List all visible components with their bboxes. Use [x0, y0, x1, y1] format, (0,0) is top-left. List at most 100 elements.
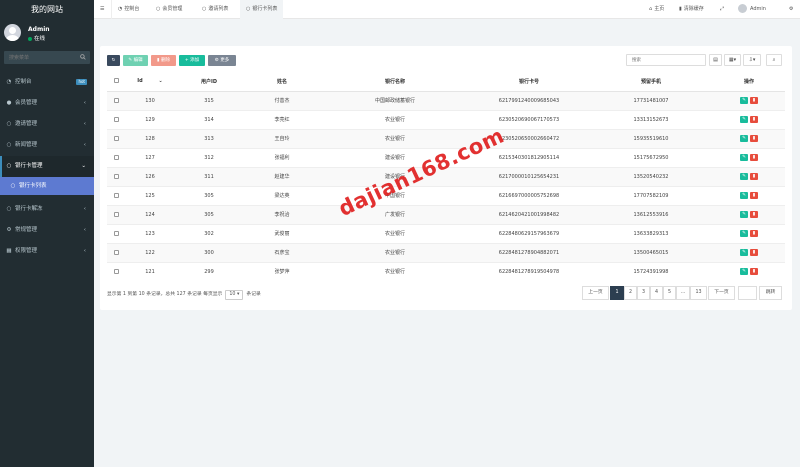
row-delete-button[interactable]: ▮	[750, 268, 758, 276]
table-row[interactable]: 122 300 石彦宝 农业银行 6228481278904882071 13500465…	[107, 242, 785, 262]
tab-members[interactable]: ○ 会员管理	[156, 0, 182, 19]
select-all-checkbox[interactable]	[107, 72, 125, 92]
row-delete-button[interactable]: ▮	[750, 211, 758, 218]
edit-button[interactable]: ✎ 编辑	[123, 55, 148, 66]
row-checkbox[interactable]	[107, 261, 125, 281]
row-delete-button[interactable]: ▮	[750, 192, 758, 199]
export-icon[interactable]: ⇩▾	[743, 54, 761, 66]
row-checkbox[interactable]	[107, 242, 125, 262]
prev-page-button[interactable]: 上一页	[582, 286, 609, 300]
sidebar-item-dashboard[interactable]: ◔ 控制台 hot	[0, 72, 94, 93]
table-row[interactable]: 125 305 梁达英 中国银行 6216697000005752698 17707582…	[107, 185, 785, 205]
jump-button[interactable]: 跳转	[759, 286, 782, 300]
search-icon[interactable]: ⌕	[766, 54, 782, 66]
settings-icon[interactable]: ⚙	[789, 0, 793, 19]
user-menu[interactable]: Admin	[738, 0, 766, 19]
row-edit-button[interactable]: ✎	[740, 154, 748, 161]
cell-id: 127	[125, 147, 175, 167]
clear-cache-link[interactable]: ▮ 清除缓存	[679, 0, 704, 19]
delete-button[interactable]: ▮ 删除	[151, 55, 176, 66]
home-link[interactable]: ⌂ 主页	[649, 0, 664, 19]
page-5-button[interactable]: 5	[663, 286, 676, 300]
row-checkbox[interactable]	[107, 147, 125, 167]
col-card-number[interactable]: 银行卡号	[469, 72, 589, 92]
trash-icon: ▮	[752, 174, 756, 179]
row-edit-button[interactable]: ✎	[740, 230, 748, 237]
trash-icon: ▮	[679, 6, 682, 12]
row-checkbox[interactable]	[107, 90, 125, 110]
more-button[interactable]: ⚙ 更多	[208, 55, 236, 66]
columns-icon[interactable]: ▦▾	[724, 54, 741, 66]
table-row[interactable]: 130 315 付善杰 中国邮政储蓄银行 6217991240009685043 1773…	[107, 90, 785, 110]
row-checkbox[interactable]	[107, 204, 125, 224]
page-3-button[interactable]: 3	[637, 286, 650, 300]
row-checkbox[interactable]	[107, 128, 125, 148]
page-2-button[interactable]: 2	[624, 286, 637, 300]
sidebar-item-news[interactable]: ○ 新闻管理 ‹	[0, 135, 94, 156]
cell-card-number: 6228481278904882071	[469, 242, 589, 262]
sidebar-item-general[interactable]: ⚙ 常规管理 ‹	[0, 220, 94, 241]
cell-actions: ✎ ▮	[713, 109, 785, 129]
row-delete-button[interactable]: ▮	[750, 116, 758, 123]
table-row[interactable]: 123 302 武俊丽 农业银行 6228480629157963679 13633829…	[107, 223, 785, 243]
tab-invites[interactable]: ○ 邀请列表	[202, 0, 228, 19]
toggle-view-icon[interactable]: ▤	[709, 54, 722, 66]
cell-card-number: 6228481278919504978	[469, 261, 589, 281]
row-edit-button[interactable]: ✎	[740, 97, 748, 104]
table-row[interactable]: 121 299 张梦萍 农业银行 6228481278919504978 15724391…	[107, 261, 785, 281]
sidebar-item-permissions[interactable]: ▦ 权限管理 ‹	[0, 241, 94, 262]
row-edit-button[interactable]: ✎	[740, 192, 748, 199]
col-id[interactable]: Id ⌄	[125, 72, 175, 92]
row-delete-button[interactable]: ▮	[750, 249, 758, 256]
refresh-button[interactable]: ↻	[107, 55, 120, 66]
row-checkbox[interactable]	[107, 166, 125, 186]
row-checkbox[interactable]	[107, 185, 125, 205]
col-name[interactable]: 姓名	[243, 72, 321, 92]
cell-user-id: 311	[175, 166, 243, 186]
menu-toggle-icon[interactable]: ☰	[100, 0, 104, 19]
avatar	[738, 4, 747, 13]
page-4-button[interactable]: 4	[650, 286, 663, 300]
row-edit-button[interactable]: ✎	[740, 211, 748, 218]
cell-name: 石彦宝	[243, 242, 321, 262]
fullscreen-icon[interactable]: ⤢	[720, 0, 724, 19]
next-page-button[interactable]: 下一页	[708, 286, 735, 300]
table-search-input[interactable]	[626, 54, 706, 66]
row-delete-button[interactable]: ▮	[750, 230, 758, 237]
row-checkbox[interactable]	[107, 109, 125, 129]
row-delete-button[interactable]: ▮	[750, 135, 758, 142]
table-row[interactable]: 128 313 王自玲 农业银行 6230520650002660472 15935519…	[107, 128, 785, 148]
tab-dashboard[interactable]: ◔ 控制台	[118, 0, 139, 19]
col-user-id[interactable]: 用户ID	[175, 72, 243, 92]
page-1-button[interactable]: 1	[610, 286, 624, 300]
sidebar-item-invites[interactable]: ○ 邀请管理 ‹	[0, 114, 94, 135]
jump-page-input[interactable]	[738, 286, 757, 300]
row-edit-button[interactable]: ✎	[740, 173, 748, 180]
row-delete-button[interactable]: ▮	[750, 154, 758, 161]
row-delete-button[interactable]: ▮	[750, 173, 758, 180]
cell-id: 124	[125, 204, 175, 224]
sidebar-item-bankcard-unfreeze[interactable]: ○ 银行卡解冻 ‹	[0, 199, 94, 220]
row-checkbox[interactable]	[107, 223, 125, 243]
row-delete-button[interactable]: ▮	[750, 97, 758, 104]
sidebar-item-members[interactable]: ● 会员管理 ‹	[0, 93, 94, 114]
row-edit-button[interactable]: ✎	[740, 116, 748, 123]
menu-search-input[interactable]	[4, 51, 76, 64]
sidebar-item-bankcards[interactable]: ○ 银行卡管理 ⌄	[0, 156, 94, 177]
col-phone[interactable]: 预留手机	[589, 72, 713, 92]
search-icon[interactable]	[80, 54, 86, 60]
row-edit-button[interactable]: ✎	[740, 249, 748, 256]
row-edit-button[interactable]: ✎	[740, 268, 748, 276]
tab-bankcard-list[interactable]: ○ 银行卡列表	[240, 0, 284, 19]
sidebar-item-bankcard-list[interactable]: ○ 银行卡列表	[0, 177, 94, 195]
page-13-button[interactable]: 13	[690, 286, 707, 300]
col-bank-name[interactable]: 银行名称	[321, 72, 469, 92]
add-button[interactable]: + 添加	[179, 55, 205, 66]
page-size-select[interactable]: 10 ▾	[225, 290, 244, 300]
site-logo[interactable]: 我的网站	[0, 0, 94, 19]
user-icon: ●	[6, 100, 12, 106]
pencil-icon: ✎	[742, 212, 746, 217]
row-edit-button[interactable]: ✎	[740, 135, 748, 142]
table-row[interactable]: 124 305 李祝洽 广发银行 6214620421001998482 13612553…	[107, 204, 785, 224]
table-row[interactable]: 129 314 李亮红 农业银行 6230520690067170573 13313152…	[107, 109, 785, 129]
